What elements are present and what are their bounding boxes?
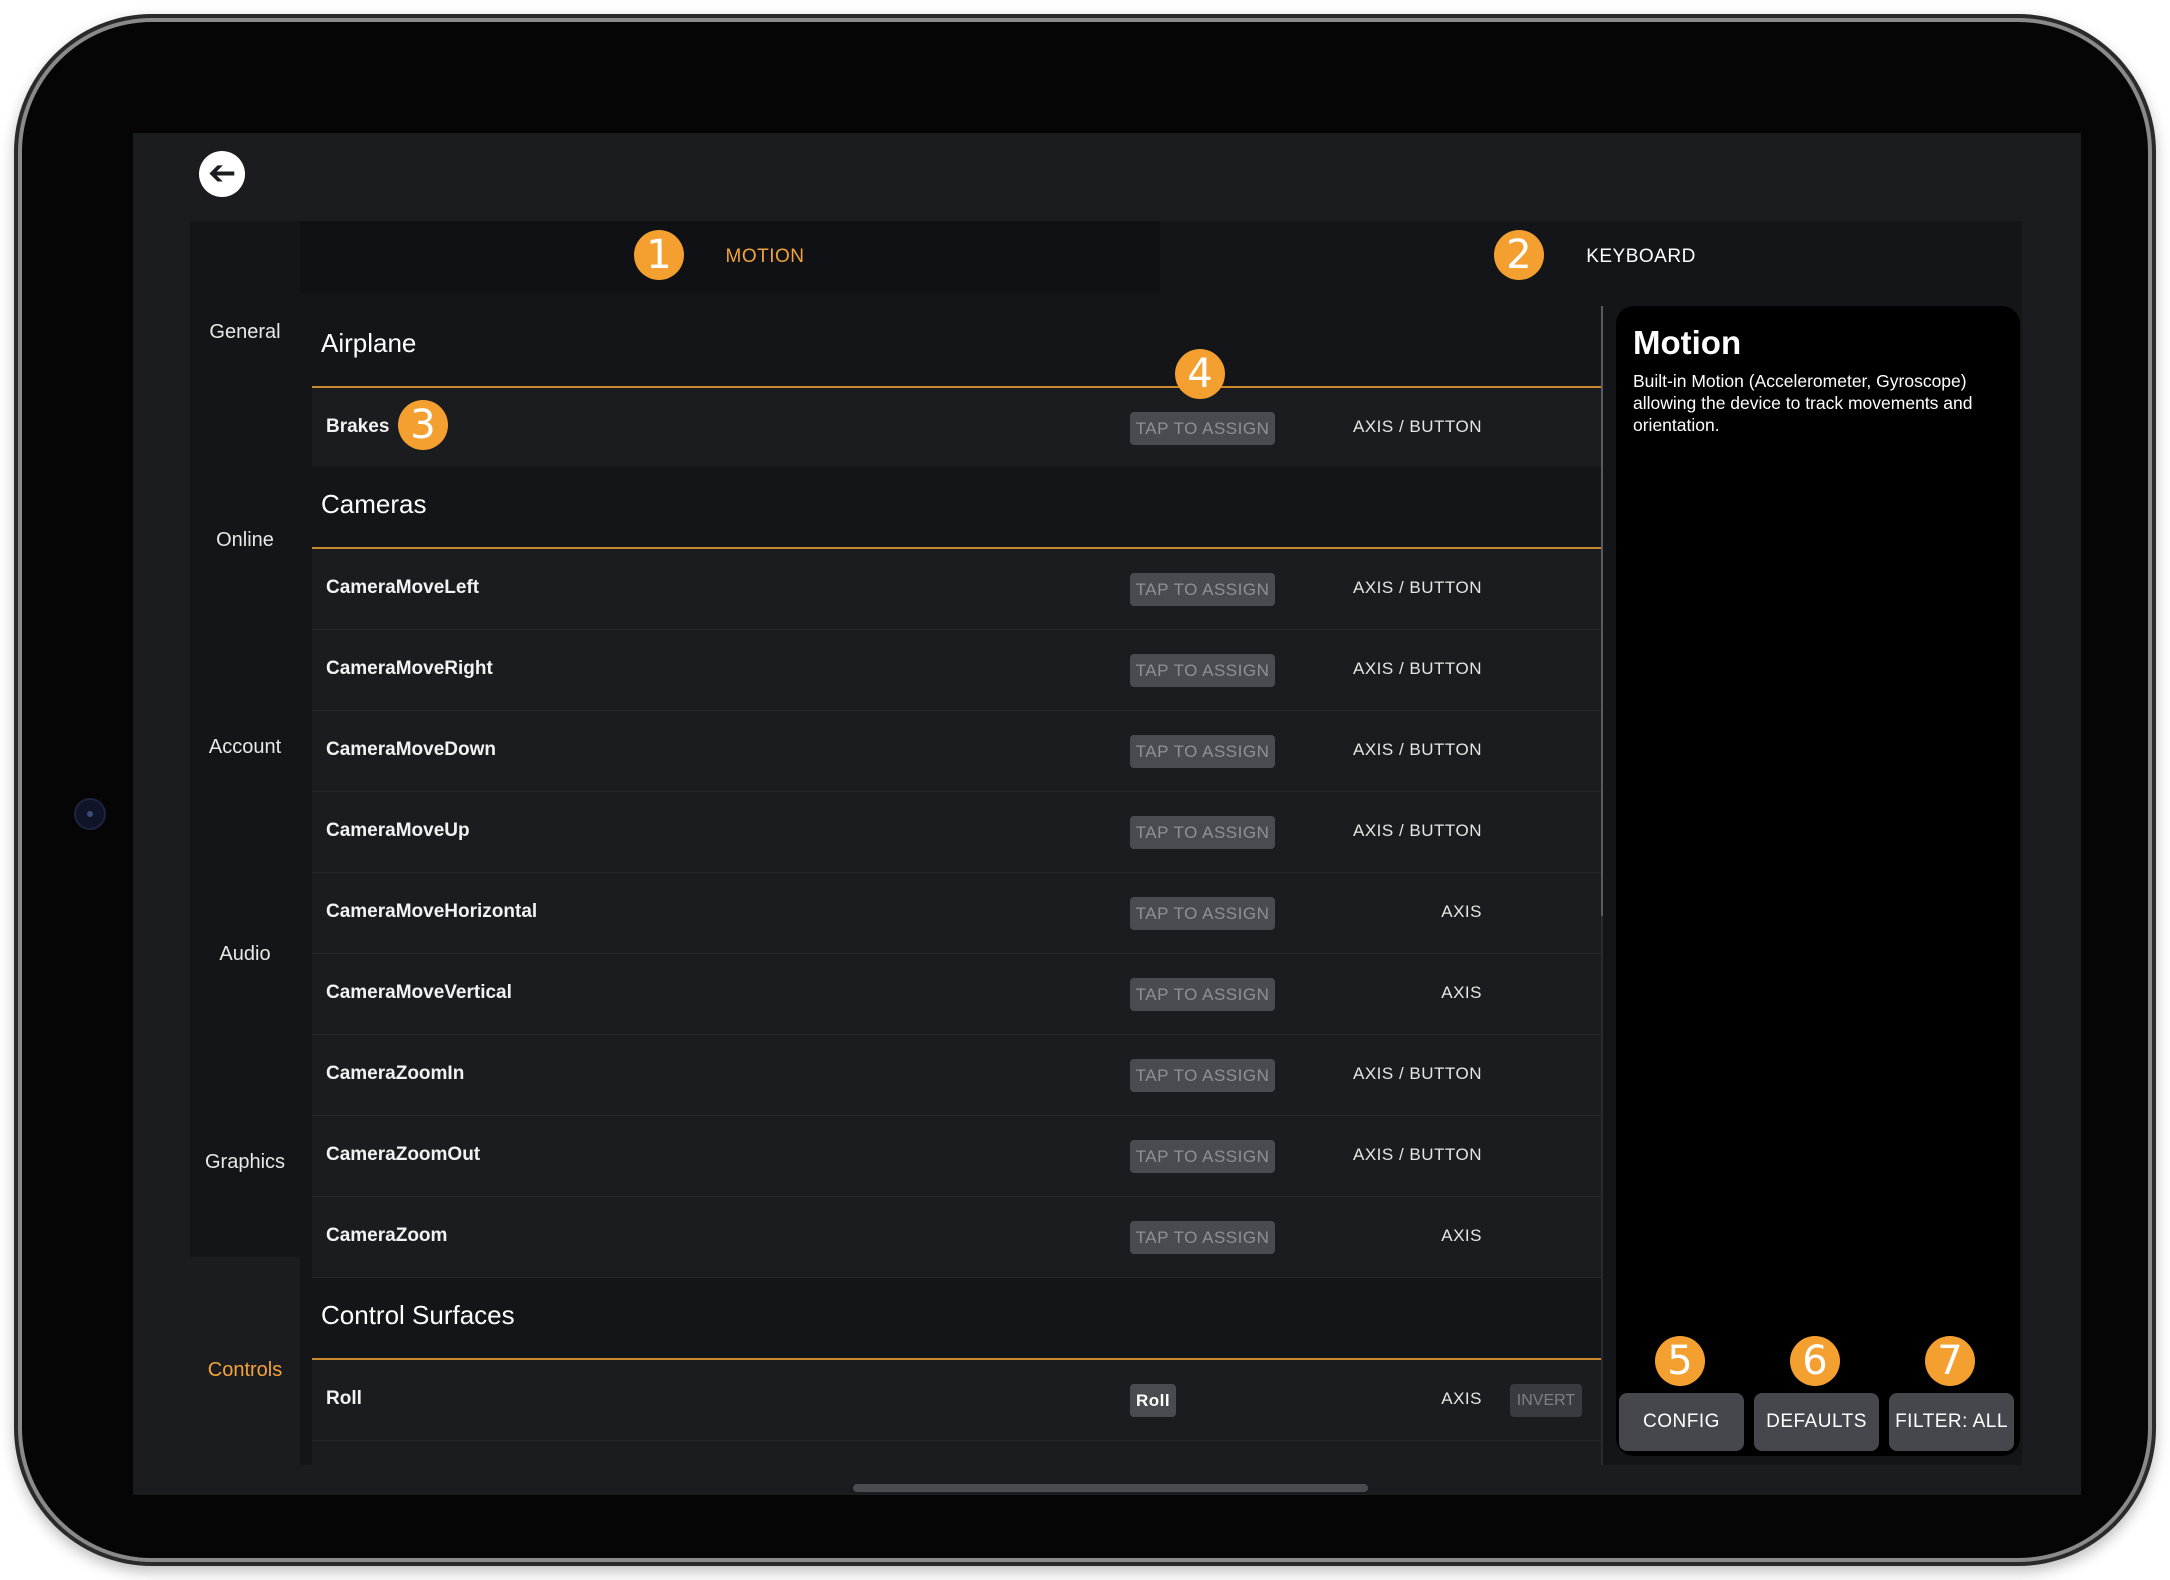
sidebar-item-audio[interactable]: Audio bbox=[190, 943, 300, 966]
binding-name: CameraMoveRight bbox=[326, 658, 493, 679]
sidebar: General Online Account Audio Graphics Co… bbox=[190, 221, 300, 1465]
tap-to-assign-button[interactable]: TAP TO ASSIGN bbox=[1130, 1059, 1275, 1092]
table-row[interactable]: CameraMoveVertical TAP TO ASSIGN AXIS bbox=[312, 954, 1602, 1035]
binding-name: Brakes bbox=[326, 416, 390, 437]
binding-type: AXIS / BUTTON bbox=[1353, 578, 1482, 597]
tab-keyboard-label: KEYBOARD bbox=[1586, 246, 1696, 267]
callout-badge-5: 5 bbox=[1655, 1336, 1705, 1386]
scrollbar-thumb[interactable] bbox=[1601, 306, 1603, 916]
table-row[interactable]: CameraMoveDown TAP TO ASSIGN AXIS / BUTT… bbox=[312, 711, 1602, 792]
binding-type: AXIS bbox=[1441, 983, 1482, 1002]
tap-to-assign-button[interactable]: TAP TO ASSIGN bbox=[1130, 412, 1275, 445]
table-row[interactable]: Roll Roll AXIS INVERT bbox=[312, 1360, 1602, 1441]
table-row[interactable]: CameraMoveRight TAP TO ASSIGN AXIS / BUT… bbox=[312, 630, 1602, 711]
filter-all-button[interactable]: FILTER: ALL bbox=[1889, 1393, 2014, 1451]
table-row[interactable]: Brakes TAP TO ASSIGN AXIS / BUTTON bbox=[312, 388, 1602, 469]
back-arrow-icon[interactable]: ➔ bbox=[199, 151, 245, 197]
callout-badge-2: 2 bbox=[1494, 230, 1544, 280]
section-title: Airplane bbox=[321, 328, 417, 358]
section-title: Control Surfaces bbox=[321, 1300, 515, 1330]
tap-to-assign-button[interactable]: TAP TO ASSIGN bbox=[1130, 897, 1275, 930]
binding-type: AXIS / BUTTON bbox=[1353, 1145, 1482, 1164]
front-camera bbox=[74, 798, 106, 830]
binding-name: Roll bbox=[326, 1388, 362, 1409]
bindings-list[interactable]: Airplane Brakes TAP TO ASSIGN AXIS / BUT… bbox=[312, 306, 1602, 1465]
binding-name: CameraZoomIn bbox=[326, 1063, 465, 1084]
tap-to-assign-button[interactable]: TAP TO ASSIGN bbox=[1130, 816, 1275, 849]
callout-badge-1: 1 bbox=[634, 230, 684, 280]
tab-keyboard[interactable]: KEYBOARD bbox=[1160, 221, 2022, 293]
binding-name: CameraZoom bbox=[326, 1225, 448, 1246]
binding-name: CameraMoveDown bbox=[326, 739, 496, 760]
assigned-binding-button[interactable]: Roll bbox=[1130, 1384, 1176, 1417]
binding-name: CameraMoveLeft bbox=[326, 577, 480, 598]
info-title: Motion bbox=[1633, 324, 1742, 361]
tab-motion[interactable]: MOTION bbox=[300, 221, 1160, 293]
section-header-cameras: Cameras bbox=[312, 467, 1602, 549]
table-row[interactable]: CameraMoveHorizontal TAP TO ASSIGN AXIS bbox=[312, 873, 1602, 954]
sidebar-item-online[interactable]: Online bbox=[190, 529, 300, 552]
table-row[interactable]: CameraZoom TAP TO ASSIGN AXIS bbox=[312, 1197, 1602, 1278]
tap-to-assign-button[interactable]: TAP TO ASSIGN bbox=[1130, 978, 1275, 1011]
sidebar-item-account[interactable]: Account bbox=[190, 736, 300, 759]
invert-button[interactable]: INVERT bbox=[1510, 1384, 1582, 1417]
callout-badge-4: 4 bbox=[1175, 349, 1225, 399]
table-row[interactable]: CameraMoveUp TAP TO ASSIGN AXIS / BUTTON bbox=[312, 792, 1602, 873]
binding-name: CameraMoveVertical bbox=[326, 982, 512, 1003]
table-row[interactable]: CameraZoomIn TAP TO ASSIGN AXIS / BUTTON bbox=[312, 1035, 1602, 1116]
settings-panel: General Online Account Audio Graphics Co… bbox=[190, 221, 2022, 1465]
binding-type: AXIS / BUTTON bbox=[1353, 740, 1482, 759]
info-panel: Motion Built-in Motion (Accelerometer, G… bbox=[1616, 306, 2020, 1456]
callout-badge-7: 7 bbox=[1925, 1336, 1975, 1386]
defaults-button[interactable]: DEFAULTS bbox=[1754, 1393, 1879, 1451]
sidebar-item-graphics[interactable]: Graphics bbox=[190, 1151, 300, 1174]
tab-bar: MOTION KEYBOARD bbox=[300, 221, 2022, 293]
binding-type: AXIS bbox=[1441, 902, 1482, 921]
tablet-frame: ➔ General Online Account Audio Graphics … bbox=[22, 22, 2148, 1558]
tab-motion-label: MOTION bbox=[725, 246, 805, 267]
binding-type: AXIS / BUTTON bbox=[1353, 417, 1482, 436]
info-description: Built-in Motion (Accelerometer, Gyroscop… bbox=[1633, 371, 1973, 435]
tap-to-assign-button[interactable]: TAP TO ASSIGN bbox=[1130, 573, 1275, 606]
tap-to-assign-button[interactable]: TAP TO ASSIGN bbox=[1130, 735, 1275, 768]
callout-badge-3: 3 bbox=[398, 400, 448, 450]
binding-type: AXIS bbox=[1441, 1389, 1482, 1408]
section-header-control-surfaces: Control Surfaces bbox=[312, 1278, 1602, 1360]
config-button[interactable]: CONFIG bbox=[1619, 1393, 1744, 1451]
table-row[interactable]: CameraMoveLeft TAP TO ASSIGN AXIS / BUTT… bbox=[312, 549, 1602, 630]
sidebar-item-controls[interactable]: Controls bbox=[190, 1359, 300, 1382]
section-title: Cameras bbox=[321, 489, 427, 519]
tap-to-assign-button[interactable]: TAP TO ASSIGN bbox=[1130, 1140, 1275, 1173]
binding-type: AXIS / BUTTON bbox=[1353, 1064, 1482, 1083]
app-screen: ➔ General Online Account Audio Graphics … bbox=[133, 133, 2081, 1495]
callout-badge-6: 6 bbox=[1790, 1336, 1840, 1386]
table-row[interactable] bbox=[312, 1441, 1602, 1465]
binding-type: AXIS / BUTTON bbox=[1353, 659, 1482, 678]
binding-name: CameraZoomOut bbox=[326, 1144, 481, 1165]
binding-type: AXIS / BUTTON bbox=[1353, 821, 1482, 840]
section-header-airplane: Airplane bbox=[312, 306, 1602, 388]
binding-type: AXIS bbox=[1441, 1226, 1482, 1245]
binding-name: CameraMoveUp bbox=[326, 820, 470, 841]
table-row[interactable]: CameraZoomOut TAP TO ASSIGN AXIS / BUTTO… bbox=[312, 1116, 1602, 1197]
sidebar-item-general[interactable]: General bbox=[190, 321, 300, 344]
tap-to-assign-button[interactable]: TAP TO ASSIGN bbox=[1130, 1221, 1275, 1254]
tap-to-assign-button[interactable]: TAP TO ASSIGN bbox=[1130, 654, 1275, 687]
binding-name: CameraMoveHorizontal bbox=[326, 901, 538, 922]
home-indicator bbox=[853, 1484, 1368, 1492]
